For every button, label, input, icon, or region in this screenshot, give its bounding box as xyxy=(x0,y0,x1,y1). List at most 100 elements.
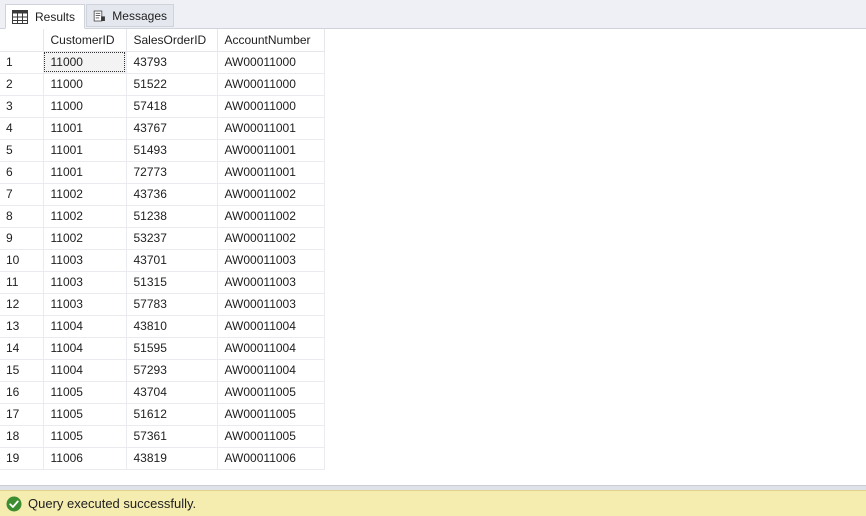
table-row[interactable]: 11 11003 51315 AW00011003 xyxy=(0,271,325,294)
cell-accountnumber[interactable]: AW00011005 xyxy=(217,403,325,426)
cell-salesorderid[interactable]: 72773 xyxy=(126,161,218,184)
table-row[interactable]: 18 11005 57361 AW00011005 xyxy=(0,425,325,448)
cell-customerid[interactable]: 11005 xyxy=(43,381,127,404)
cell-accountnumber[interactable]: AW00011003 xyxy=(217,249,325,272)
row-number[interactable]: 17 xyxy=(0,403,44,426)
cell-customerid[interactable]: 11004 xyxy=(43,315,127,338)
row-number[interactable]: 1 xyxy=(0,51,44,74)
cell-customerid[interactable]: 11001 xyxy=(43,117,127,140)
table-row[interactable]: 16 11005 43704 AW00011005 xyxy=(0,381,325,404)
cell-accountnumber[interactable]: AW00011000 xyxy=(217,51,325,74)
table-row[interactable]: 3 11000 57418 AW00011000 xyxy=(0,95,325,118)
table-row[interactable]: 2 11000 51522 AW00011000 xyxy=(0,73,325,96)
cell-customerid[interactable]: 11004 xyxy=(43,337,127,360)
cell-salesorderid[interactable]: 51238 xyxy=(126,205,218,228)
tab-results[interactable]: Results xyxy=(5,4,85,29)
cell-salesorderid[interactable]: 51612 xyxy=(126,403,218,426)
table-row[interactable]: 8 11002 51238 AW00011002 xyxy=(0,205,325,228)
table-row[interactable]: 1 11000 43793 AW00011000 xyxy=(0,51,325,74)
table-row[interactable]: 15 11004 57293 AW00011004 xyxy=(0,359,325,382)
cell-accountnumber[interactable]: AW00011003 xyxy=(217,271,325,294)
table-row[interactable]: 14 11004 51595 AW00011004 xyxy=(0,337,325,360)
cell-salesorderid[interactable]: 57783 xyxy=(126,293,218,316)
cell-customerid[interactable]: 11001 xyxy=(43,139,127,162)
table-row[interactable]: 19 11006 43819 AW00011006 xyxy=(0,447,325,470)
row-number[interactable]: 12 xyxy=(0,293,44,316)
row-number[interactable]: 15 xyxy=(0,359,44,382)
cell-accountnumber[interactable]: AW00011001 xyxy=(217,161,325,184)
cell-accountnumber[interactable]: AW00011001 xyxy=(217,139,325,162)
row-number[interactable]: 19 xyxy=(0,447,44,470)
cell-accountnumber[interactable]: AW00011004 xyxy=(217,337,325,360)
table-row[interactable]: 4 11001 43767 AW00011001 xyxy=(0,117,325,140)
cell-salesorderid[interactable]: 43736 xyxy=(126,183,218,206)
cell-salesorderid[interactable]: 53237 xyxy=(126,227,218,250)
cell-salesorderid[interactable]: 51493 xyxy=(126,139,218,162)
cell-salesorderid[interactable]: 57418 xyxy=(126,95,218,118)
table-row[interactable]: 9 11002 53237 AW00011002 xyxy=(0,227,325,250)
row-number[interactable]: 10 xyxy=(0,249,44,272)
grid-corner[interactable] xyxy=(0,29,44,52)
cell-accountnumber[interactable]: AW00011001 xyxy=(217,117,325,140)
cell-salesorderid[interactable]: 51522 xyxy=(126,73,218,96)
tab-messages[interactable]: Messages xyxy=(86,4,174,27)
table-row[interactable]: 17 11005 51612 AW00011005 xyxy=(0,403,325,426)
cell-salesorderid[interactable]: 43810 xyxy=(126,315,218,338)
table-row[interactable]: 13 11004 43810 AW00011004 xyxy=(0,315,325,338)
cell-customerid[interactable]: 11003 xyxy=(43,249,127,272)
column-header-salesorderid[interactable]: SalesOrderID xyxy=(126,29,218,52)
row-number[interactable]: 3 xyxy=(0,95,44,118)
cell-accountnumber[interactable]: AW00011005 xyxy=(217,381,325,404)
cell-accountnumber[interactable]: AW00011002 xyxy=(217,205,325,228)
cell-salesorderid[interactable]: 57293 xyxy=(126,359,218,382)
cell-accountnumber[interactable]: AW00011002 xyxy=(217,227,325,250)
row-number[interactable]: 4 xyxy=(0,117,44,140)
cell-salesorderid[interactable]: 43704 xyxy=(126,381,218,404)
cell-accountnumber[interactable]: AW00011000 xyxy=(217,73,325,96)
cell-accountnumber[interactable]: AW00011003 xyxy=(217,293,325,316)
row-number[interactable]: 16 xyxy=(0,381,44,404)
cell-customerid[interactable]: 11002 xyxy=(43,205,127,228)
cell-accountnumber[interactable]: AW00011004 xyxy=(217,315,325,338)
cell-salesorderid[interactable]: 43767 xyxy=(126,117,218,140)
cell-customerid[interactable]: 11006 xyxy=(43,447,127,470)
cell-customerid[interactable]: 11004 xyxy=(43,359,127,382)
table-row[interactable]: 6 11001 72773 AW00011001 xyxy=(0,161,325,184)
cell-customerid[interactable]: 11002 xyxy=(43,183,127,206)
row-number[interactable]: 8 xyxy=(0,205,44,228)
cell-accountnumber[interactable]: AW00011000 xyxy=(217,95,325,118)
cell-customerid[interactable]: 11005 xyxy=(43,425,127,448)
cell-customerid[interactable]: 11005 xyxy=(43,403,127,426)
row-number[interactable]: 11 xyxy=(0,271,44,294)
column-header-accountnumber[interactable]: AccountNumber xyxy=(217,29,325,52)
results-grid[interactable]: CustomerID SalesOrderID AccountNumber 11… xyxy=(0,29,866,485)
cell-customerid[interactable]: 11000 xyxy=(43,95,127,118)
cell-customerid[interactable]: 11000 xyxy=(43,51,127,74)
table-row[interactable]: 12 11003 57783 AW00011003 xyxy=(0,293,325,316)
row-number[interactable]: 14 xyxy=(0,337,44,360)
cell-salesorderid[interactable]: 43793 xyxy=(126,51,218,74)
cell-salesorderid[interactable]: 57361 xyxy=(126,425,218,448)
cell-salesorderid[interactable]: 43701 xyxy=(126,249,218,272)
table-row[interactable]: 5 11001 51493 AW00011001 xyxy=(0,139,325,162)
row-number[interactable]: 18 xyxy=(0,425,44,448)
cell-salesorderid[interactable]: 43819 xyxy=(126,447,218,470)
cell-accountnumber[interactable]: AW00011002 xyxy=(217,183,325,206)
row-number[interactable]: 7 xyxy=(0,183,44,206)
table-row[interactable]: 7 11002 43736 AW00011002 xyxy=(0,183,325,206)
cell-customerid[interactable]: 11003 xyxy=(43,293,127,316)
cell-customerid[interactable]: 11002 xyxy=(43,227,127,250)
cell-accountnumber[interactable]: AW00011005 xyxy=(217,425,325,448)
cell-customerid[interactable]: 11003 xyxy=(43,271,127,294)
row-number[interactable]: 2 xyxy=(0,73,44,96)
row-number[interactable]: 6 xyxy=(0,161,44,184)
table-row[interactable]: 10 11003 43701 AW00011003 xyxy=(0,249,325,272)
cell-salesorderid[interactable]: 51595 xyxy=(126,337,218,360)
cell-customerid[interactable]: 11000 xyxy=(43,73,127,96)
row-number[interactable]: 9 xyxy=(0,227,44,250)
row-number[interactable]: 5 xyxy=(0,139,44,162)
cell-accountnumber[interactable]: AW00011006 xyxy=(217,447,325,470)
cell-salesorderid[interactable]: 51315 xyxy=(126,271,218,294)
column-header-customerid[interactable]: CustomerID xyxy=(43,29,127,52)
row-number[interactable]: 13 xyxy=(0,315,44,338)
